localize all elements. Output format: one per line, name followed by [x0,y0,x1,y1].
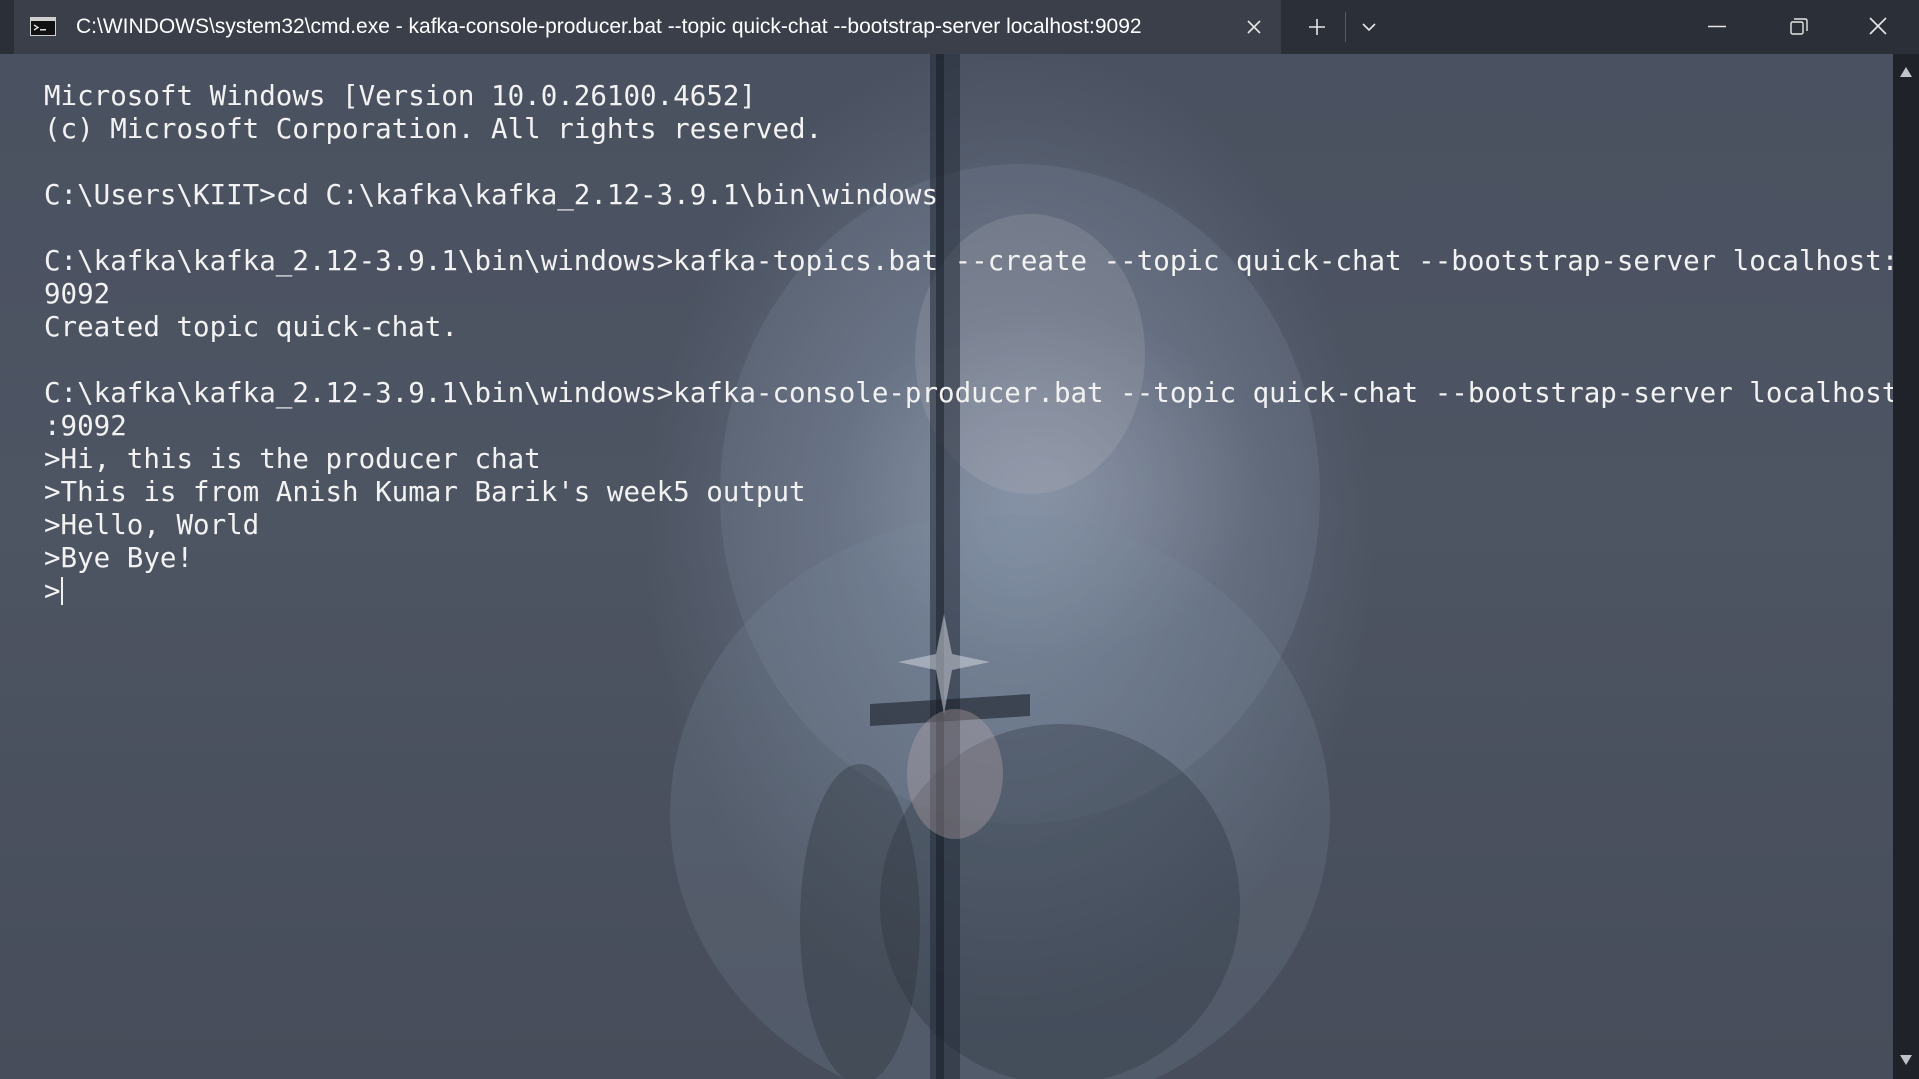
close-icon [1869,17,1887,35]
terminal-text: Microsoft Windows [Version 10.0.26100.46… [44,80,1893,608]
title-bar[interactable]: C:\WINDOWS\system32\cmd.exe - kafka-cons… [0,0,1919,54]
minimize-icon [1708,25,1726,28]
terminal-prompt-line[interactable]: > [44,575,1884,608]
close-button[interactable] [1858,12,1898,42]
chevron-down-icon [1362,23,1376,32]
restore-icon [1790,18,1808,35]
terminal-line: Microsoft Windows [Version 10.0.26100.46… [44,80,756,112]
terminal-line: >Bye Bye! [44,542,194,574]
terminal-line: (c) Microsoft Corporation. All rights re… [44,113,823,145]
terminal-icon [30,17,56,36]
tab-title: C:\WINDOWS\system32\cmd.exe - kafka-cons… [76,15,1142,38]
minimize-button[interactable] [1697,12,1737,42]
terminal-line: Created topic quick-chat. [44,311,458,343]
terminal-line: >Hi, this is the producer chat [44,443,541,475]
terminal-output[interactable]: Microsoft Windows [Version 10.0.26100.46… [0,54,1893,1079]
scroll-up-arrow-icon[interactable] [1900,67,1912,77]
terminal-line: 9092 [44,278,111,310]
terminal-line: >Hello, World [44,509,260,541]
terminal-line: C:\kafka\kafka_2.12-3.9.1\bin\windows>ka… [44,245,1893,277]
terminal-prompt: > [44,575,61,607]
text-cursor [60,577,63,605]
titlebar-divider [1345,12,1346,42]
new-tab-button[interactable] [1300,12,1334,42]
maximize-button[interactable] [1778,12,1818,42]
terminal-line: C:\kafka\kafka_2.12-3.9.1\bin\windows>ka… [44,377,1893,409]
terminal-line: >This is from Anish Kumar Barik's week5 … [44,476,806,508]
terminal-line: C:\Users\KIIT>cd C:\kafka\kafka_2.12-3.9… [44,179,939,211]
tab-dropdown-button[interactable] [1352,12,1386,42]
plus-icon [1309,19,1325,35]
tab-close-icon[interactable] [1244,17,1264,37]
vertical-scrollbar[interactable] [1893,54,1919,1079]
terminal-line: :9092 [44,410,127,442]
tab-cmd[interactable]: C:\WINDOWS\system32\cmd.exe - kafka-cons… [14,0,1281,54]
terminal-window: C:\WINDOWS\system32\cmd.exe - kafka-cons… [0,0,1919,1079]
scroll-down-arrow-icon[interactable] [1900,1055,1912,1065]
